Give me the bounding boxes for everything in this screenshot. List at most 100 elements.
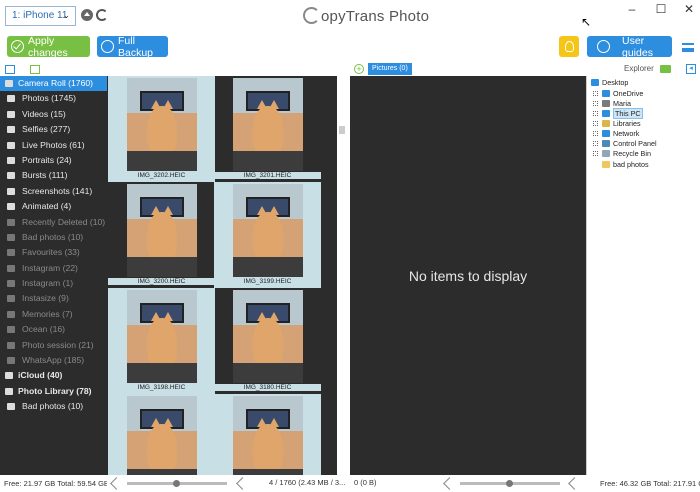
album-icon xyxy=(7,233,15,241)
sidebar-item-label: Bad photos (10) xyxy=(22,401,84,412)
shrink-thumbnails-icon[interactable] xyxy=(443,477,456,490)
camera-icon xyxy=(5,387,13,395)
sidebar-item-label: Instagram (22) xyxy=(22,262,78,273)
thumbnail-size-slider[interactable] xyxy=(127,480,227,487)
sidebar-item[interactable]: WhatsApp (185) xyxy=(0,353,107,368)
eject-icon[interactable] xyxy=(81,9,93,21)
expand-icon[interactable] xyxy=(593,131,598,136)
menu-icon[interactable] xyxy=(682,43,694,52)
sidebar-item[interactable]: Instagram (22) xyxy=(0,261,107,276)
globe-icon xyxy=(597,40,610,53)
album-icon xyxy=(7,341,15,349)
photo-image xyxy=(127,290,197,383)
photo-filename: IMG_3180.HEIC xyxy=(214,384,321,391)
user-guides-button[interactable]: User guides xyxy=(587,35,672,59)
tree-item[interactable]: Control Panel xyxy=(593,139,657,149)
sidebar-item[interactable]: Photos (1745) xyxy=(0,91,107,106)
photo-thumbnail[interactable] xyxy=(214,394,321,475)
enlarge-thumbnails-icon[interactable] xyxy=(568,477,581,490)
enlarge-thumbnails-icon[interactable] xyxy=(236,477,249,490)
sidebar-item[interactable]: iCloud (40) xyxy=(0,368,107,383)
photo-grid: IMG_3202.HEIC IMG_3201.HEIC IMG_3200.HEIC I… xyxy=(107,76,337,475)
tree-item[interactable]: OneDrive xyxy=(593,89,643,99)
close-button[interactable]: ✕ xyxy=(679,2,699,16)
sidebar-item[interactable]: Recently Deleted (10) xyxy=(0,215,107,230)
sidebar-item[interactable]: Bursts (111) xyxy=(0,168,107,183)
idea-button[interactable] xyxy=(559,36,579,57)
tree-item[interactable]: Recycle Bin xyxy=(593,149,651,159)
sidebar-item-label: Photos (1745) xyxy=(22,93,76,104)
photo-thumbnail[interactable]: IMG_3202.HEIC xyxy=(108,76,215,182)
scrollbar-thumb[interactable] xyxy=(339,126,345,134)
expand-icon[interactable] xyxy=(593,101,598,106)
sidebar-item[interactable]: Ocean (16) xyxy=(0,322,107,337)
slider-knob[interactable] xyxy=(506,480,513,487)
collapse-explorer-icon[interactable]: ◂ xyxy=(686,64,696,74)
tree-item[interactable]: Network xyxy=(593,129,639,139)
sidebar-item[interactable]: Animated (4) xyxy=(0,199,107,214)
add-pictures-icon[interactable]: + xyxy=(354,64,364,74)
tree-item[interactable]: This PC xyxy=(593,108,643,119)
sidebar-item-label: Favourites (33) xyxy=(22,247,80,258)
sidebar-item[interactable]: Live Photos (61) xyxy=(0,138,107,153)
app-title-text: opyTrans Photo xyxy=(321,8,430,25)
sidebar-item[interactable]: Instagram (1) xyxy=(0,276,107,291)
tree-item-label: Control Panel xyxy=(613,139,657,148)
expand-icon[interactable] xyxy=(593,121,598,126)
sidebar-item[interactable]: Camera Roll (1760) xyxy=(0,76,107,92)
photo-thumbnail[interactable]: IMG_3199.HEIC xyxy=(214,182,321,288)
full-backup-button[interactable]: Full Backup xyxy=(97,35,168,59)
photo-thumbnail[interactable]: IMG_3198.HEIC xyxy=(108,288,215,394)
minimize-button[interactable]: – xyxy=(622,2,642,16)
sidebar-item[interactable]: Photo Library (78) xyxy=(0,384,107,399)
apply-changes-label: Apply changes xyxy=(28,34,68,59)
sidebar-item[interactable]: Favourites (33) xyxy=(0,245,107,260)
album-icon xyxy=(7,403,15,411)
sidebar-item[interactable]: Memories (7) xyxy=(0,307,107,322)
slider-knob[interactable] xyxy=(173,480,180,487)
lightbulb-icon xyxy=(564,41,574,52)
chevron-down-icon: ⌄ xyxy=(62,10,70,20)
grid-scrollbar[interactable] xyxy=(337,76,347,475)
title-bar: 1: iPhone 11 ⌄ opyTrans Photo ↖ – ☐ ✕ xyxy=(0,0,700,32)
tree-item[interactable]: Libraries xyxy=(593,119,641,129)
tree-item-label: Maria xyxy=(613,99,631,108)
sidebar-item[interactable]: Videos (15) xyxy=(0,107,107,122)
tree-item[interactable]: bad photos xyxy=(602,160,649,170)
pictures-thumbnail-slider[interactable] xyxy=(460,480,560,487)
sidebar-item-label: Instasize (9) xyxy=(22,293,69,304)
sidebar-item-label: Ocean (16) xyxy=(22,324,65,335)
expand-icon[interactable] xyxy=(593,91,598,96)
grid-status-bar: 4 / 1760 (2.43 MB / 3... xyxy=(107,475,350,492)
sidebar-item[interactable]: Instasize (9) xyxy=(0,291,107,306)
tab-pictures[interactable]: Pictures (0) xyxy=(368,63,412,75)
camera-icon xyxy=(7,95,15,103)
sidebar-item[interactable]: Selfies (277) xyxy=(0,122,107,137)
sidebar-item-label: Portraits (24) xyxy=(22,154,72,165)
apply-changes-button[interactable]: Apply changes xyxy=(7,34,90,59)
device-dropdown[interactable]: 1: iPhone 11 ⌄ xyxy=(5,6,76,26)
folder-icon[interactable] xyxy=(660,65,671,73)
new-album-icon[interactable] xyxy=(30,65,40,74)
refresh-icon[interactable] xyxy=(96,9,108,21)
sidebar-item[interactable]: Photo session (21) xyxy=(0,338,107,353)
desktop-icon xyxy=(591,79,599,86)
sidebar-item[interactable]: Bad photos (10) xyxy=(0,230,107,245)
sidebar-item-label: iCloud (40) xyxy=(18,370,63,381)
photo-thumbnail[interactable]: IMG_3180.HEIC xyxy=(214,288,321,394)
photo-thumbnail[interactable]: IMG_3200.HEIC xyxy=(108,182,215,288)
selection-status: 4 / 1760 (2.43 MB / 3... xyxy=(269,478,346,487)
expand-icon[interactable] xyxy=(593,141,598,146)
tree-item[interactable]: Desktop xyxy=(591,78,628,88)
collapse-panel-icon[interactable] xyxy=(5,65,15,74)
sidebar-item-label: Camera Roll (1760) xyxy=(18,78,93,88)
photo-thumbnail[interactable]: IMG_3201.HEIC xyxy=(214,76,321,182)
shrink-thumbnails-icon[interactable] xyxy=(110,477,123,490)
sidebar-item[interactable]: Bad photos (10) xyxy=(0,399,107,414)
photo-thumbnail[interactable] xyxy=(108,394,215,475)
expand-icon[interactable] xyxy=(593,111,598,116)
sidebar-item[interactable]: Portraits (24) xyxy=(0,153,107,168)
expand-icon[interactable] xyxy=(593,151,598,156)
sidebar-item[interactable]: Screenshots (141) xyxy=(0,184,107,199)
maximize-button[interactable]: ☐ xyxy=(651,2,671,16)
